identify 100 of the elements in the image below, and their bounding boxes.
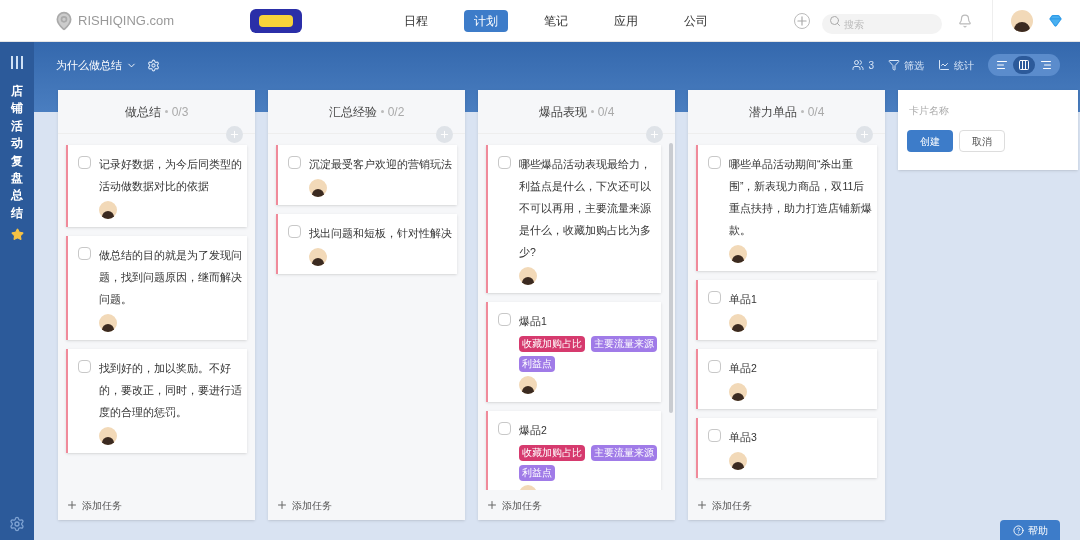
task-checkbox[interactable]	[708, 360, 721, 373]
task-text: 爆品1	[519, 314, 548, 329]
add-card-button[interactable]	[436, 126, 453, 143]
diamond-icon	[1049, 14, 1062, 27]
nav-tab[interactable]: 应用	[604, 9, 648, 32]
task-card[interactable]: 哪些单品活动期间“杀出重围”，新表现力商品，双11后重点扶持，助力打造店铺新爆款。	[696, 145, 877, 271]
task-card[interactable]: 做总结的目的就是为了发现问题，找到问题原因，继而解决问题。	[66, 236, 247, 340]
task-checkbox[interactable]	[78, 156, 91, 169]
create-button[interactable]: 创建	[907, 130, 953, 152]
column-count: 0/2	[387, 103, 405, 121]
settings-icon	[147, 58, 160, 72]
project-dropdown[interactable]: 为什么做总结	[56, 56, 137, 74]
plus-icon	[66, 499, 78, 511]
task-card[interactable]: 记录好数据，为今后同类型的活动做数据对比的依据	[66, 145, 247, 227]
task-text: 沉淀最受客户欢迎的营销玩法	[309, 157, 452, 172]
view-icon	[1018, 59, 1030, 71]
task-text: 做总结的目的就是为了发现问题，找到问题原因，继而解决问题。	[99, 248, 243, 307]
add-card-button[interactable]	[226, 126, 243, 143]
plus-icon	[649, 129, 660, 140]
task-card[interactable]: 爆品2 收藏加购占比 主要流量来源 利益点	[486, 411, 661, 490]
task-text: 哪些爆品活动表现最给力，利益点是什么，下次还可以不可以再用，主要流量来源是什么，收藏加购占比为多少?	[519, 157, 652, 260]
task-card[interactable]: 沉淀最受客户欢迎的营销玩法	[276, 145, 457, 205]
column-title: 汇总经验	[328, 103, 377, 121]
filter-icon	[888, 59, 900, 71]
dot-separator	[590, 110, 594, 113]
task-card[interactable]: 哪些爆品活动表现最给力，利益点是什么，下次还可以不可以再用，主要流量来源是什么，收藏加购占比为多少?	[486, 145, 661, 293]
task-checkbox[interactable]	[288, 156, 301, 169]
add-task-button[interactable]: 添加任务	[268, 490, 465, 520]
plus-icon	[439, 129, 450, 140]
task-text: 哪些单品活动期间“杀出重围”，新表现力商品，双11后重点扶持，助力打造店铺新爆款。	[729, 157, 873, 238]
task-card[interactable]: 找到好的，加以奖励。不好的，要改正，同时，要进行适度的合理的惩罚。	[66, 349, 247, 453]
chart-icon	[938, 59, 950, 71]
nav-tab[interactable]: 计划	[464, 9, 508, 32]
task-checkbox[interactable]	[498, 156, 511, 169]
task-text: 记录好数据，为今后同类型的活动做数据对比的依据	[99, 157, 243, 194]
settings-icon	[9, 516, 25, 532]
stats-button[interactable]: 统计	[938, 57, 974, 73]
pin-icon	[54, 10, 74, 31]
add-card-button[interactable]	[646, 126, 663, 143]
column-count: 0/3	[171, 103, 189, 121]
task-checkbox[interactable]	[78, 247, 91, 260]
nav-tab[interactable]: 笔记	[534, 9, 578, 32]
star-icon	[10, 228, 24, 242]
nav-tab[interactable]: 日程	[394, 9, 438, 32]
menu-icon[interactable]	[11, 56, 23, 69]
task-checkbox[interactable]	[708, 291, 721, 304]
tag: 主要流量来源	[591, 336, 657, 352]
task-checkbox[interactable]	[708, 429, 721, 442]
dot-separator	[380, 110, 384, 113]
task-card[interactable]: 单品2	[696, 349, 877, 409]
help-icon	[1012, 524, 1024, 536]
tag: 主要流量来源	[591, 445, 657, 461]
plus-icon	[229, 129, 240, 140]
dot-separator	[164, 110, 168, 113]
add-task-button[interactable]: 添加任务	[58, 490, 255, 520]
nav-tab[interactable]: 公司	[674, 9, 718, 32]
project-title: 店铺活动复盘总结	[11, 83, 23, 222]
members-button[interactable]: 3	[852, 57, 874, 73]
dot-separator	[800, 110, 804, 113]
task-checkbox[interactable]	[288, 225, 301, 238]
task-text: 找出问题和短板，针对性解决	[309, 226, 452, 241]
scrollbar[interactable]	[669, 143, 673, 413]
task-text: 找到好的，加以奖励。不好的，要改正，同时，要进行适度的合理的惩罚。	[99, 361, 243, 420]
task-checkbox[interactable]	[498, 422, 511, 435]
column-count: 0/4	[807, 103, 825, 121]
help-button[interactable]: 帮助	[1000, 520, 1060, 540]
plus-icon	[696, 499, 708, 511]
task-checkbox[interactable]	[498, 313, 511, 326]
task-card[interactable]: 爆品1 收藏加购占比 主要流量来源 利益点	[486, 302, 661, 402]
add-task-button[interactable]: 添加任务	[688, 490, 885, 520]
tag: 收藏加购占比	[519, 445, 585, 461]
festival-logo-icon	[250, 8, 302, 33]
task-text: 爆品2	[519, 423, 548, 438]
plus-icon	[859, 129, 870, 140]
add-task-button[interactable]: 添加任务	[478, 490, 675, 520]
task-checkbox[interactable]	[78, 360, 91, 373]
tag: 利益点	[519, 356, 555, 372]
view-toggle[interactable]	[1013, 56, 1035, 74]
task-checkbox[interactable]	[708, 156, 721, 169]
plus-icon	[486, 499, 498, 511]
brand-name: RISHIQING.com	[78, 11, 175, 30]
task-card[interactable]: 单品3	[696, 418, 877, 478]
task-text: 单品3	[729, 430, 757, 445]
view-icon	[996, 59, 1008, 71]
view-icon	[1040, 59, 1052, 71]
card-name-field[interactable]: 卡片名称	[907, 99, 1069, 121]
task-card[interactable]: 单品1	[696, 280, 877, 340]
column-count: 0/4	[597, 103, 615, 121]
add-card-button[interactable]	[856, 126, 873, 143]
filter-button[interactable]: 筛选	[888, 57, 924, 73]
user-avatar[interactable]	[1011, 9, 1033, 32]
people-icon	[852, 59, 865, 71]
cancel-button[interactable]: 取消	[959, 130, 1005, 152]
bell-icon	[958, 13, 972, 28]
task-card[interactable]: 找出问题和短板，针对性解决	[276, 214, 457, 274]
search-icon	[829, 14, 841, 27]
task-text: 单品2	[729, 361, 757, 376]
tag: 利益点	[519, 465, 555, 481]
column-title: 潜力单品	[748, 103, 797, 121]
column-title: 爆品表现	[538, 103, 587, 121]
